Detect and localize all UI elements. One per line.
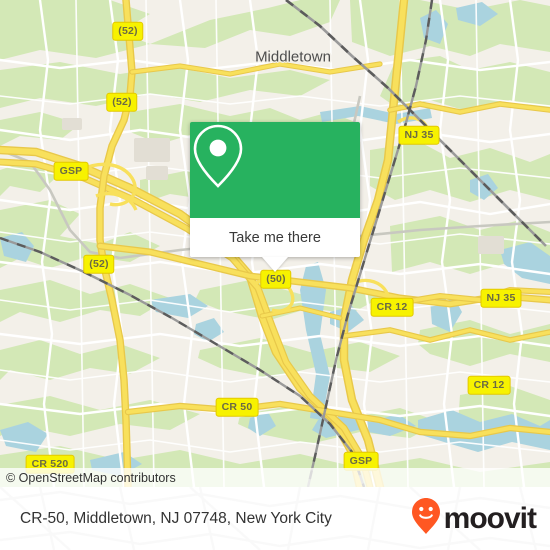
road-shield[interactable]: (52)	[112, 21, 144, 41]
take-me-there-button[interactable]: Take me there	[229, 230, 321, 246]
moovit-wordmark: moovit	[443, 501, 537, 535]
map-canvas[interactable]: (52) (52) GSP (52) (50) NJ 35 CR 12 NJ 3…	[0, 0, 550, 487]
map-attribution[interactable]: © OpenStreetMap contributors	[0, 468, 550, 487]
moovit-smiley-pin-icon	[411, 497, 441, 540]
footer-bar: CR-50, Middletown, NJ 07748, New York Ci…	[0, 487, 550, 550]
road-shield[interactable]: CR 50	[215, 397, 259, 417]
road-shield[interactable]: NJ 35	[398, 125, 440, 145]
road-shield[interactable]: GSP	[53, 161, 89, 181]
location-popup-card[interactable]: Take me there	[190, 122, 360, 272]
city-label-middletown: Middletown	[255, 48, 331, 66]
road-shield[interactable]: CR 12	[467, 375, 511, 395]
road-shield[interactable]: NJ 35	[480, 288, 522, 308]
road-shield[interactable]: (52)	[83, 254, 115, 274]
road-shield[interactable]: (50)	[260, 269, 292, 289]
address-label: CR-50, Middletown, NJ 07748, New York Ci…	[20, 509, 332, 527]
map-screenshot: (52) (52) GSP (52) (50) NJ 35 CR 12 NJ 3…	[0, 0, 550, 550]
attribution-text[interactable]: © OpenStreetMap contributors	[6, 471, 176, 485]
road-shield[interactable]: CR 12	[370, 297, 414, 317]
popup-pointer-tail	[262, 257, 288, 272]
popup-action-area[interactable]: Take me there	[190, 218, 360, 257]
moovit-logo[interactable]: moovit	[411, 497, 537, 540]
popup-icon-area	[190, 122, 360, 218]
road-shield[interactable]: (52)	[106, 92, 138, 112]
